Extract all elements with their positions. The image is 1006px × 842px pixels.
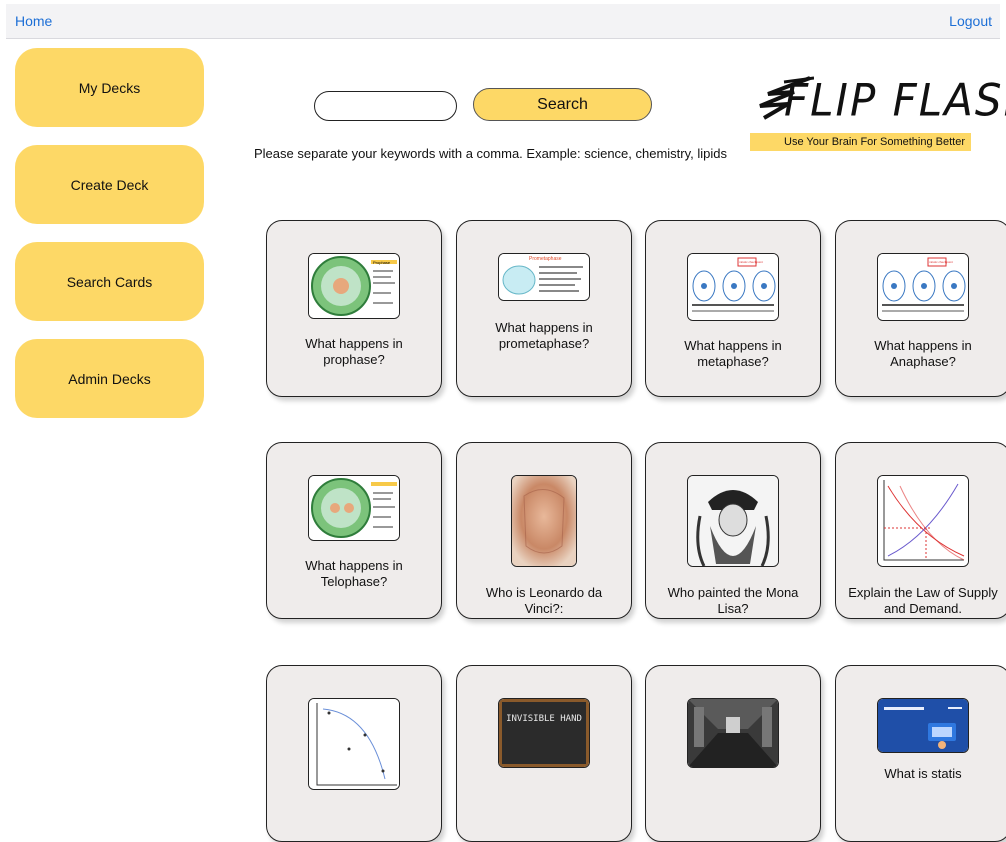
card-question: Explain the Law of Supply and Demand. xyxy=(848,585,998,616)
chalkboard-text: INVISIBLE HAND xyxy=(506,714,582,724)
flashcard-invisible-hand[interactable]: INVISIBLE HAND xyxy=(456,665,632,842)
search-input[interactable] xyxy=(314,91,457,121)
card-question: What happens in prometaphase? xyxy=(495,320,593,351)
prophase-thumb-label: Prophase xyxy=(373,260,391,265)
search-cards-button[interactable]: Search Cards xyxy=(15,242,204,321)
anaphase-checkpoint-label: mitotic checkpoint xyxy=(929,260,953,264)
home-link[interactable]: Home xyxy=(15,13,52,29)
leonardo-engraving-image xyxy=(687,475,779,567)
flashcard-statistics[interactable]: What is statis xyxy=(835,665,1006,842)
flashcard-prophase[interactable]: Prophase What happens in prophase? xyxy=(266,220,442,397)
search-button[interactable]: Search xyxy=(473,88,652,121)
logo-title: FLIP FLASH xyxy=(784,74,1006,127)
card-question: Who painted the Mona Lisa? xyxy=(667,585,799,616)
flashcard-mona-lisa[interactable]: Who painted the Mona Lisa? xyxy=(645,442,821,619)
prometaphase-diagram-image: Prometaphase xyxy=(498,253,590,301)
metaphase-diagram-image: mitotic checkpoint xyxy=(687,253,779,321)
prometaphase-thumb-label: Prometaphase xyxy=(529,256,562,262)
flashcard-anaphase[interactable]: mitotic checkpoint What happens in Anaph… xyxy=(835,220,1006,397)
leonardo-portrait-image xyxy=(511,475,577,567)
logout-link[interactable]: Logout xyxy=(949,13,992,29)
create-deck-button[interactable]: Create Deck xyxy=(15,145,204,224)
flip-flash-logo: FLIP FLASH Use Your Brain For Something … xyxy=(750,74,1006,154)
market-photo-image xyxy=(687,698,779,768)
card-question: What happens in Telophase? xyxy=(305,558,403,589)
logo-tagline: Use Your Brain For Something Better xyxy=(750,133,971,151)
flashcard-leonardo[interactable]: Who is Leonardo da Vinci?: xyxy=(456,442,632,619)
curve-graph-image xyxy=(308,698,400,790)
flashcard-metaphase[interactable]: mitotic checkpoint What happens in metap… xyxy=(645,220,821,397)
anaphase-diagram-image: mitotic checkpoint xyxy=(877,253,969,321)
flashcard-supply-demand[interactable]: Explain the Law of Supply and Demand. xyxy=(835,442,1006,619)
card-question: What happens in prophase? xyxy=(305,336,403,367)
card-question: What happens in metaphase? xyxy=(684,338,782,369)
invisible-hand-chalkboard-image: INVISIBLE HAND xyxy=(498,698,590,768)
card-question: What happens in Anaphase? xyxy=(874,338,972,369)
telophase-diagram-image xyxy=(308,475,400,541)
flashcard-market[interactable] xyxy=(645,665,821,842)
supply-demand-graph-image xyxy=(877,475,969,567)
search-hint: Please separate your keywords with a com… xyxy=(254,146,728,161)
card-question: Who is Leonardo da Vinci?: xyxy=(485,585,603,616)
statistics-slide-image xyxy=(877,698,969,753)
top-nav-bar: Home Logout xyxy=(6,4,1000,39)
prophase-diagram-image: Prophase xyxy=(308,253,400,319)
my-decks-button[interactable]: My Decks xyxy=(15,48,204,127)
flashcard-telophase[interactable]: What happens in Telophase? xyxy=(266,442,442,619)
card-question: What is statis xyxy=(884,766,962,781)
flashcard-prometaphase[interactable]: Prometaphase What happens in prometaphas… xyxy=(456,220,632,397)
admin-decks-button[interactable]: Admin Decks xyxy=(15,339,204,418)
metaphase-checkpoint-label: mitotic checkpoint xyxy=(739,260,763,264)
flashcard-graph[interactable] xyxy=(266,665,442,842)
